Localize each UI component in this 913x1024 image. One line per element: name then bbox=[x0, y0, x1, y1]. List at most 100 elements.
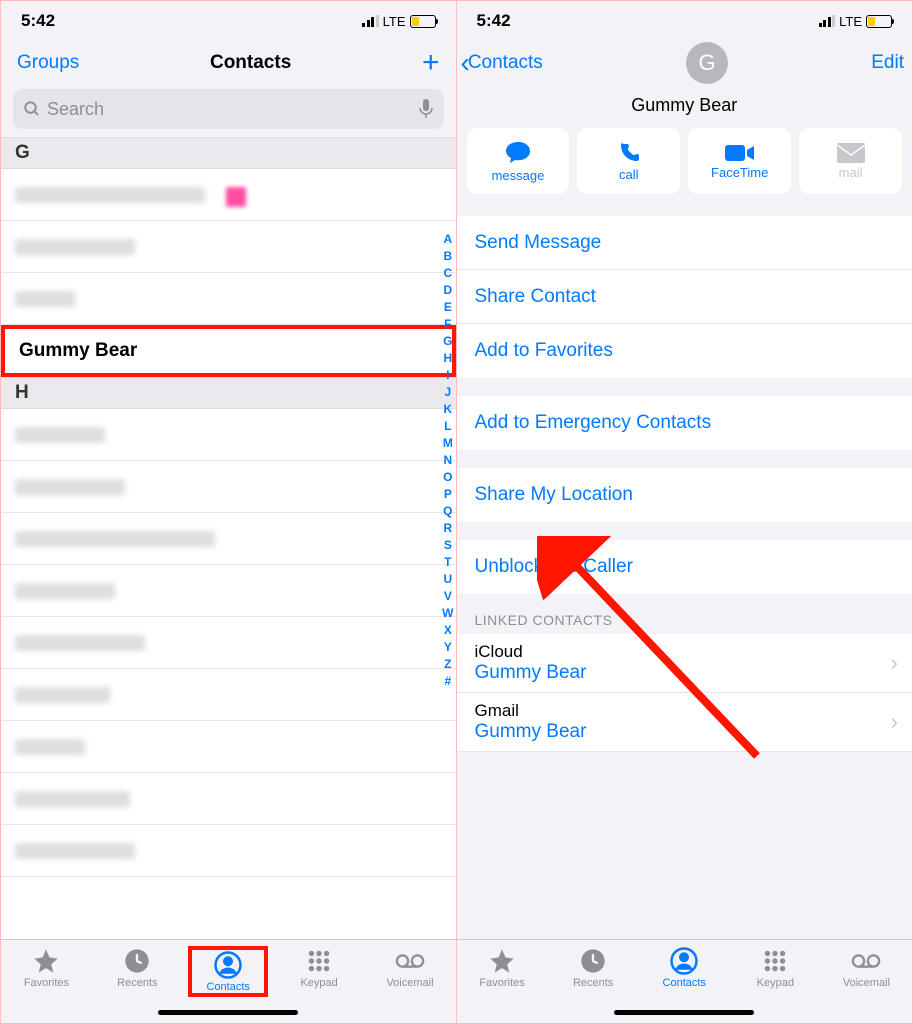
tab-favorites[interactable]: Favorites bbox=[6, 946, 86, 989]
contact-row[interactable] bbox=[1, 825, 456, 877]
contact-row[interactable] bbox=[1, 409, 456, 461]
call-button[interactable]: call bbox=[577, 128, 680, 194]
search-icon bbox=[23, 100, 41, 118]
tab-recents[interactable]: Recents bbox=[97, 946, 177, 989]
edit-button[interactable]: Edit bbox=[871, 52, 904, 74]
contact-icon bbox=[213, 950, 243, 980]
tab-contacts[interactable]: Contacts bbox=[188, 946, 268, 997]
chevron-right-icon: › bbox=[891, 650, 898, 676]
share-location-cell[interactable]: Share My Location bbox=[457, 468, 913, 522]
mail-icon bbox=[837, 143, 865, 163]
avatar[interactable]: G bbox=[686, 42, 728, 84]
search-input[interactable]: Search bbox=[13, 89, 444, 129]
carrier-label: LTE bbox=[383, 14, 406, 29]
tab-voicemail[interactable]: Voicemail bbox=[370, 946, 450, 989]
message-button[interactable]: message bbox=[467, 128, 570, 194]
status-time: 5:42 bbox=[21, 11, 55, 31]
share-contact-cell[interactable]: Share Contact bbox=[457, 270, 913, 324]
emergency-contacts-cell[interactable]: Add to Emergency Contacts bbox=[457, 396, 913, 450]
tab-recents[interactable]: Recents bbox=[553, 946, 633, 989]
status-bar: 5:42 LTE bbox=[1, 1, 456, 41]
nav-bar: Groups Contacts + bbox=[1, 41, 456, 85]
index-letter[interactable]: # bbox=[442, 673, 453, 690]
send-message-cell[interactable]: Send Message bbox=[457, 216, 913, 270]
home-indicator[interactable] bbox=[158, 1010, 298, 1015]
facetime-button[interactable]: FaceTime bbox=[688, 128, 791, 194]
contacts-list[interactable]: G Gummy Bear H bbox=[1, 137, 456, 939]
tab-favorites[interactable]: Favorites bbox=[462, 946, 542, 989]
contact-row-gummy-bear[interactable]: Gummy Bear bbox=[1, 325, 456, 377]
contact-row[interactable] bbox=[1, 773, 456, 825]
index-letter[interactable]: O bbox=[442, 469, 453, 486]
index-letter[interactable]: T bbox=[442, 554, 453, 571]
tab-voicemail[interactable]: Voicemail bbox=[826, 946, 906, 989]
index-letter[interactable]: K bbox=[442, 401, 453, 418]
message-icon bbox=[504, 140, 532, 166]
search-placeholder: Search bbox=[47, 99, 104, 120]
contact-title: Gummy Bear bbox=[457, 95, 913, 116]
index-letter[interactable]: Z bbox=[442, 656, 453, 673]
index-letter[interactable]: C bbox=[442, 265, 453, 282]
clock-icon bbox=[578, 946, 608, 976]
contact-row[interactable] bbox=[1, 513, 456, 565]
nav-title: Contacts bbox=[210, 52, 291, 74]
index-letter[interactable]: M bbox=[442, 435, 453, 452]
index-letter[interactable]: U bbox=[442, 571, 453, 588]
index-letter[interactable]: V bbox=[442, 588, 453, 605]
contact-icon bbox=[669, 946, 699, 976]
tab-bar: Favorites Recents Contacts Keypad Voicem… bbox=[1, 939, 456, 1023]
cellular-signal-icon bbox=[362, 15, 379, 27]
nav-bar: ‹ Contacts G Edit bbox=[457, 41, 913, 85]
index-letter[interactable]: L bbox=[442, 418, 453, 435]
contacts-list-screen: 5:42 LTE Groups Contacts + Search G Gumm… bbox=[1, 1, 457, 1023]
index-letter[interactable]: F bbox=[442, 316, 453, 333]
unblock-caller-cell[interactable]: Unblock this Caller bbox=[457, 540, 913, 594]
index-letter[interactable]: W bbox=[442, 605, 453, 622]
index-letter[interactable]: Y bbox=[442, 639, 453, 656]
index-letter[interactable]: H bbox=[442, 350, 453, 367]
contact-row[interactable] bbox=[1, 721, 456, 773]
keypad-icon bbox=[760, 946, 790, 976]
back-button[interactable]: ‹ Contacts bbox=[461, 47, 543, 79]
linked-contact-row[interactable]: Gmail Gummy Bear › bbox=[457, 693, 913, 752]
index-letter[interactable]: G bbox=[442, 333, 453, 350]
contact-row[interactable] bbox=[1, 461, 456, 513]
index-letter[interactable]: B bbox=[442, 248, 453, 265]
index-letter[interactable]: S bbox=[442, 537, 453, 554]
groups-button[interactable]: Groups bbox=[17, 52, 79, 74]
video-icon bbox=[725, 143, 755, 163]
carrier-label: LTE bbox=[839, 14, 862, 29]
index-letter[interactable]: Q bbox=[442, 503, 453, 520]
index-letter[interactable]: E bbox=[442, 299, 453, 316]
index-letter[interactable]: N bbox=[442, 452, 453, 469]
alphabet-index[interactable]: ABCDEFGHIJKLMNOPQRSTUVWXYZ# bbox=[442, 231, 453, 690]
add-contact-button[interactable]: + bbox=[422, 46, 440, 80]
contact-row[interactable] bbox=[1, 221, 456, 273]
index-letter[interactable]: A bbox=[442, 231, 453, 248]
linked-contact-row[interactable]: iCloud Gummy Bear › bbox=[457, 634, 913, 693]
index-letter[interactable]: X bbox=[442, 622, 453, 639]
index-letter[interactable]: R bbox=[442, 520, 453, 537]
tab-keypad[interactable]: Keypad bbox=[735, 946, 815, 989]
status-bar: 5:42 LTE bbox=[457, 1, 913, 41]
tab-keypad[interactable]: Keypad bbox=[279, 946, 359, 989]
battery-icon bbox=[410, 15, 436, 28]
index-letter[interactable]: D bbox=[442, 282, 453, 299]
contact-name: Gummy Bear bbox=[19, 340, 137, 362]
index-letter[interactable]: P bbox=[442, 486, 453, 503]
tab-contacts[interactable]: Contacts bbox=[644, 946, 724, 989]
mail-button: mail bbox=[799, 128, 902, 194]
contact-row[interactable] bbox=[1, 669, 456, 721]
contact-row[interactable] bbox=[1, 169, 456, 221]
mic-icon[interactable] bbox=[418, 99, 434, 119]
section-header-h: H bbox=[1, 377, 456, 409]
star-icon bbox=[487, 946, 517, 976]
index-letter[interactable]: J bbox=[442, 384, 453, 401]
contact-row[interactable] bbox=[1, 617, 456, 669]
index-letter[interactable]: I bbox=[442, 367, 453, 384]
contact-row[interactable] bbox=[1, 565, 456, 617]
star-icon bbox=[31, 946, 61, 976]
contact-row[interactable] bbox=[1, 273, 456, 325]
home-indicator[interactable] bbox=[614, 1010, 754, 1015]
add-favorites-cell[interactable]: Add to Favorites bbox=[457, 324, 913, 378]
